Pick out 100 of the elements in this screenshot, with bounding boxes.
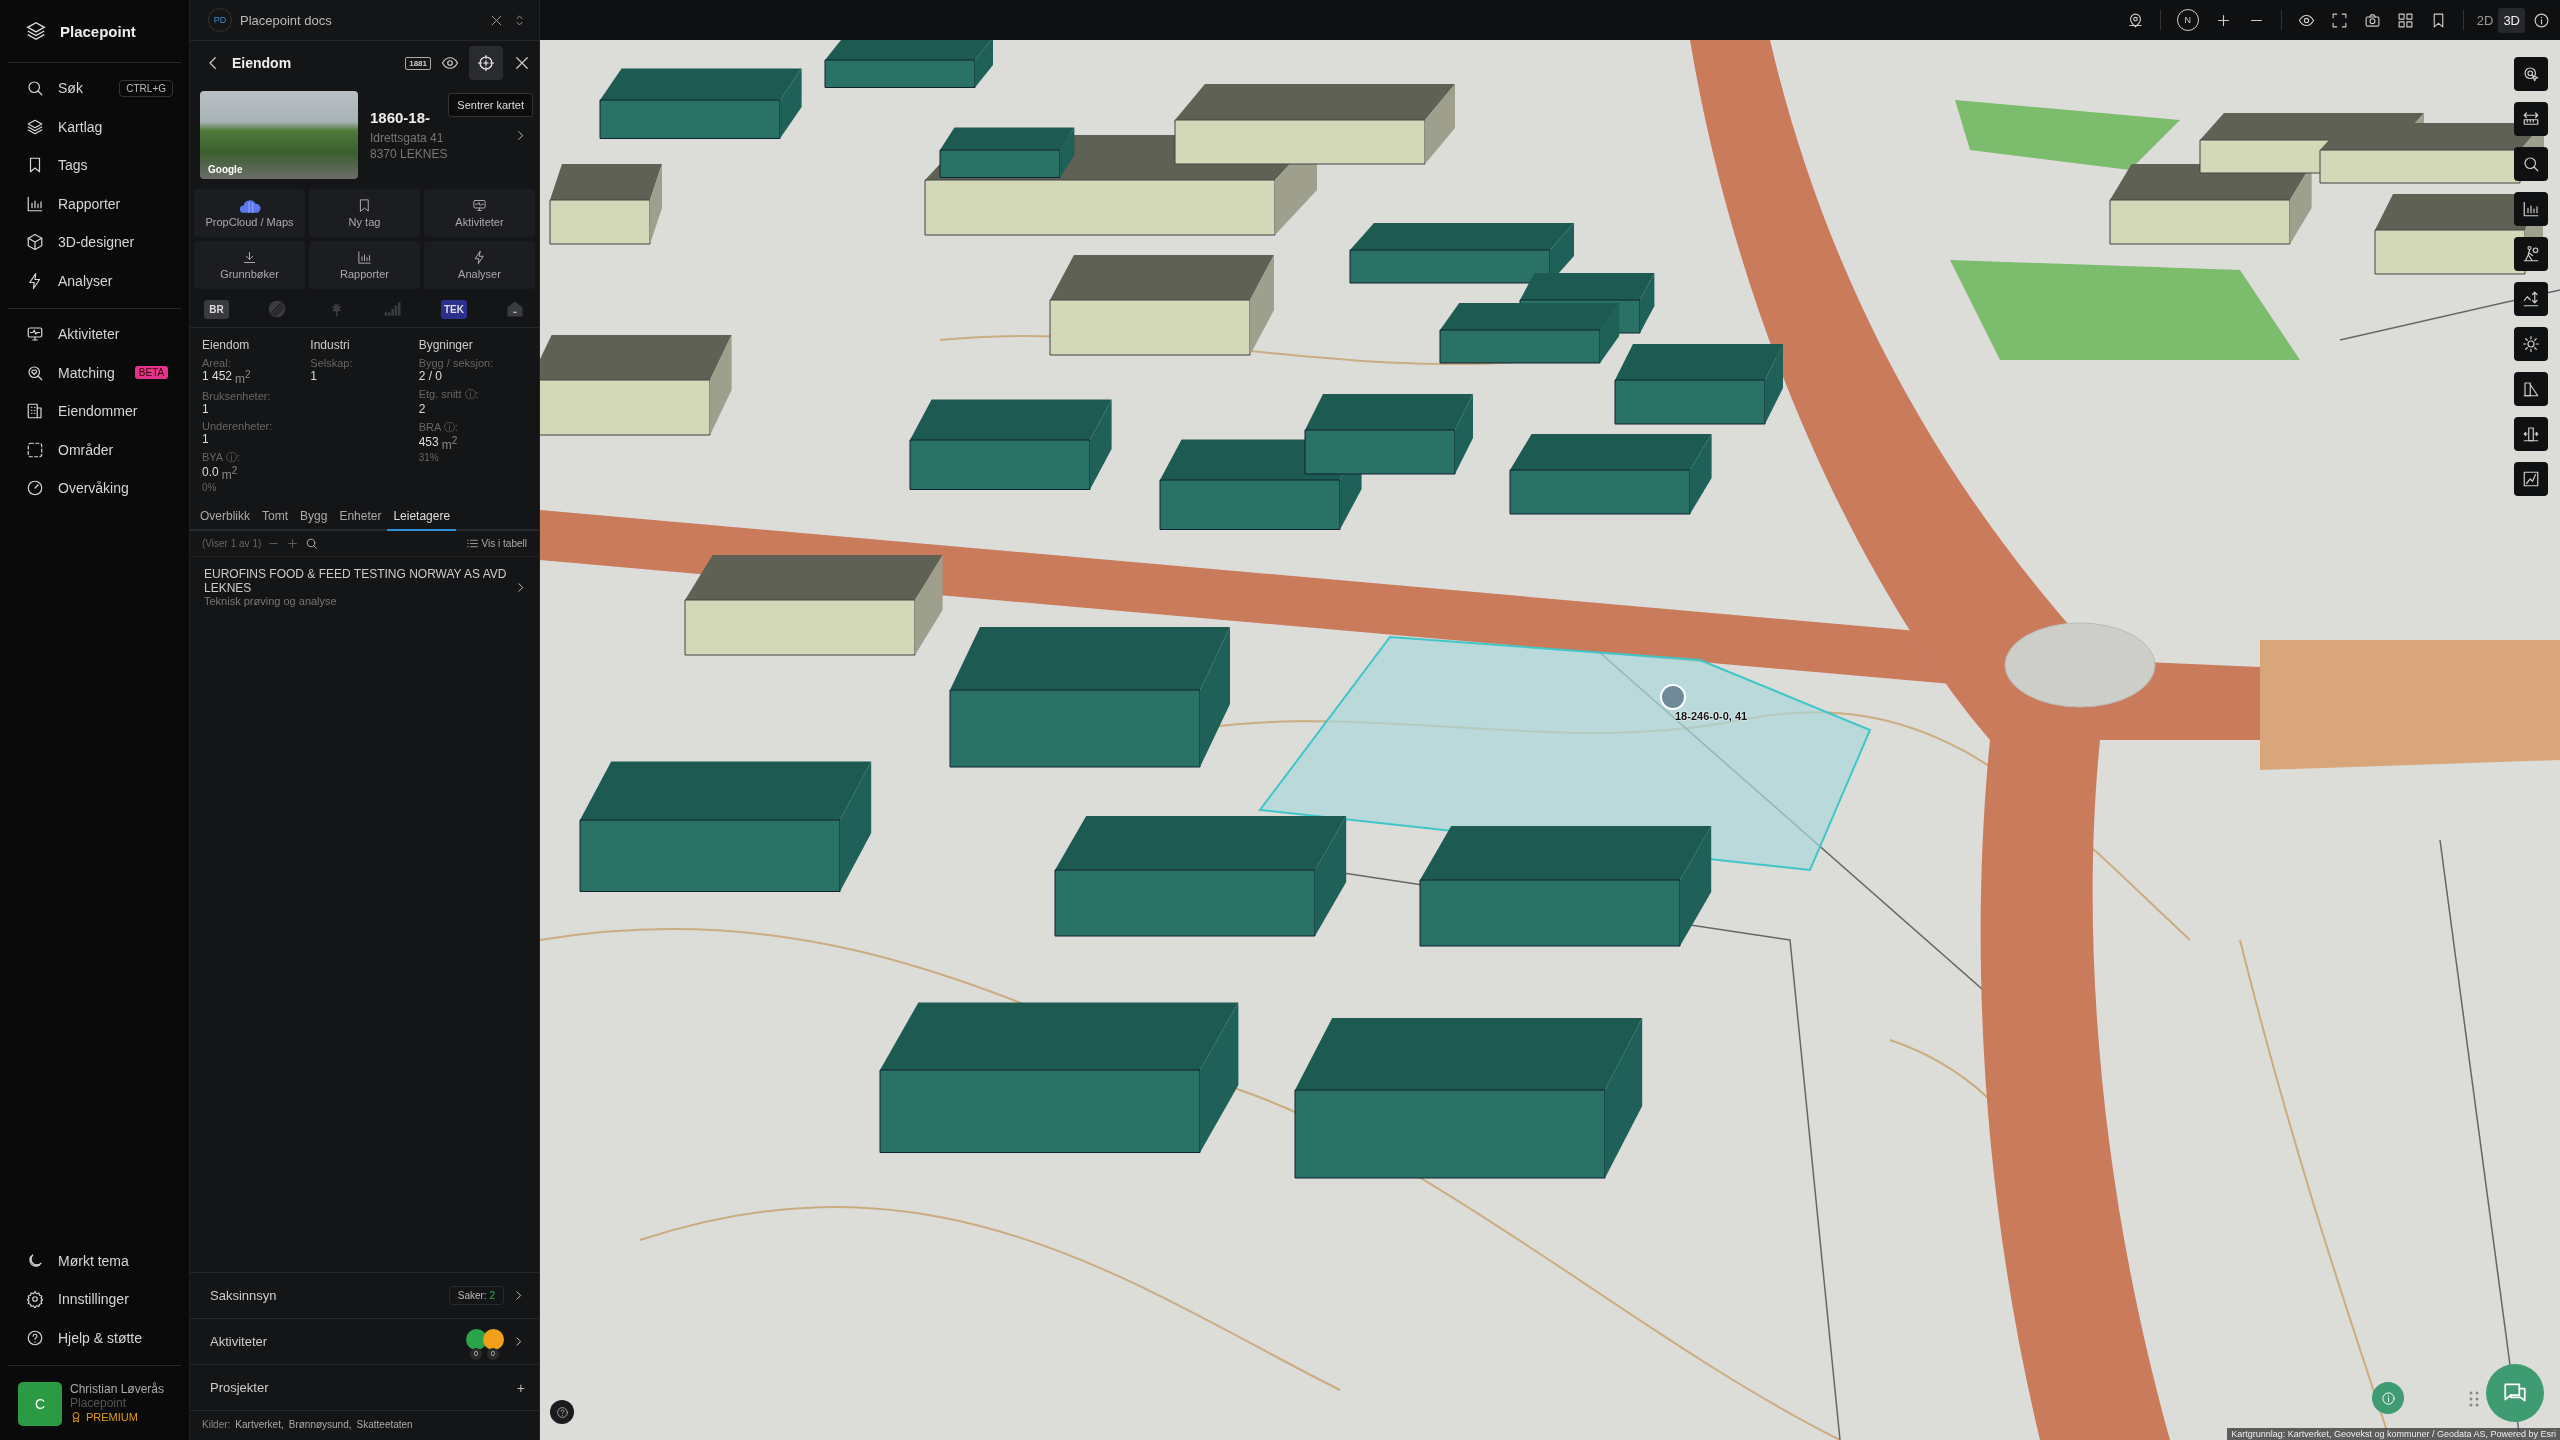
stat-label: Underenheter:: [202, 420, 274, 432]
photo-placeholder[interactable]: Google: [200, 91, 358, 179]
stat-label: Areal:: [202, 357, 232, 369]
stat-label: BYA ⓘ:: [202, 450, 241, 465]
nav-label: Hjelp & støtte: [58, 1329, 143, 1346]
location-pin-icon[interactable]: [2126, 11, 2144, 29]
map-tool-button[interactable]: [2514, 57, 2548, 91]
beta-badge: BETA: [134, 366, 169, 380]
directory-button[interactable]: 1881: [405, 56, 431, 70]
tenant-name: EUROFINS FOOD & FEED TESTING NORWAY AS AVD LEKNES: [204, 567, 508, 595]
result-count: (Viser 1 av 1): [202, 538, 262, 549]
center-map-button[interactable]: [469, 46, 503, 80]
nav-label: Kartlag: [58, 118, 103, 135]
crosshair-icon: [477, 54, 495, 72]
plus-icon[interactable]: [286, 537, 300, 550]
cloud-icon: [238, 198, 261, 213]
view-mode-toggle[interactable]: 3D: [2498, 7, 2525, 33]
building-icon: [26, 402, 44, 421]
add-button[interactable]: +: [516, 1379, 525, 1396]
nav-item[interactable]: Mørkt tema: [8, 1241, 181, 1280]
map-tool-button[interactable]: [2514, 237, 2548, 271]
grid-icon[interactable]: [2396, 11, 2414, 29]
elevation-icon: [2522, 290, 2540, 308]
stat-heading: Eiendom: [202, 338, 251, 352]
nav-item[interactable]: 3D-designer: [8, 223, 181, 262]
map-tool-button[interactable]: [2514, 192, 2548, 226]
award-icon: [70, 1410, 82, 1424]
user-name: Christian Løverås: [70, 1382, 165, 1396]
nav-item[interactable]: Hjelp & støtte: [8, 1318, 181, 1357]
nav-label: Områder: [58, 441, 114, 458]
marker-label: 18-246-0-0, 41: [1675, 710, 1748, 722]
nav-item[interactable]: Analyser: [8, 261, 181, 300]
photo-credit: Google: [208, 164, 243, 175]
map-tool-button[interactable]: [2514, 282, 2548, 316]
nav-item[interactable]: Innstillinger: [8, 1280, 181, 1319]
search-icon[interactable]: [305, 537, 319, 550]
stat-share: 31%: [418, 452, 440, 463]
workspace-name[interactable]: Placepoint docs: [240, 12, 481, 28]
source-link[interactable]: Skatteetaten: [356, 1419, 413, 1430]
tab[interactable]: Leietagere: [387, 505, 457, 531]
sources-label: Kilder:: [202, 1419, 231, 1430]
source-link[interactable]: Brønnøysund,: [288, 1419, 352, 1430]
stat-unit: m$^{2}$: [441, 435, 458, 452]
nav-item[interactable]: Matching BETA: [8, 353, 181, 392]
monitor-icon: [472, 198, 487, 213]
close-icon[interactable]: [513, 54, 531, 72]
action-button[interactable]: Ny tag: [309, 189, 420, 237]
action-button[interactable]: Aktiviteter: [424, 189, 535, 237]
monitor-icon: [26, 325, 44, 344]
tab[interactable]: Overblikk: [194, 505, 256, 531]
property-id: 1860-18-: [370, 109, 432, 126]
source-link[interactable]: Kartverket,: [235, 1419, 284, 1430]
map-tool-button[interactable]: [2514, 372, 2548, 406]
action-button[interactable]: PropCloud / Maps: [194, 189, 305, 237]
view-mode-toggle[interactable]: 2D: [2471, 7, 2499, 33]
tenant-row[interactable]: EUROFINS FOOD & FEED TESTING NORWAY AS AVD LEKNES Teknisk prøving og analyse: [190, 557, 539, 615]
fullscreen-icon[interactable]: [2330, 11, 2348, 29]
layers-icon: [26, 117, 44, 136]
action-button[interactable]: Analyser: [424, 241, 535, 289]
nav-item[interactable]: Eiendommer: [8, 392, 181, 431]
map-tool-button[interactable]: [2514, 462, 2548, 496]
section-row[interactable]: Prosjekter +: [190, 1364, 539, 1410]
section-row[interactable]: Saksinnsyn Saker: 2: [190, 1272, 539, 1318]
info-icon[interactable]: [2533, 11, 2550, 29]
register-badge[interactable]: BR: [204, 299, 229, 319]
map-tool-button[interactable]: [2514, 102, 2548, 136]
map-drawing[interactable]: [540, 40, 2560, 1440]
nav-item[interactable]: Søk CTRL+G: [8, 69, 181, 108]
nav-item[interactable]: Rapporter: [8, 184, 181, 223]
nav-item[interactable]: Områder: [8, 430, 181, 469]
cube-icon: [26, 233, 44, 252]
tab[interactable]: Enheter: [333, 505, 388, 531]
register-badge[interactable]: TEK: [441, 299, 467, 319]
map-tool-button[interactable]: [2514, 417, 2548, 451]
map-tool-button[interactable]: [2514, 327, 2548, 361]
tab[interactable]: Tomt: [256, 505, 295, 531]
stat-value: 2 / 0: [418, 369, 442, 383]
stat-value: 0.0: [202, 465, 219, 481]
cursor-target-icon: [2522, 65, 2540, 83]
drag-handle-icon[interactable]: [2468, 1390, 2480, 1408]
eye-icon[interactable]: [441, 54, 459, 72]
section-label: Aktiviteter: [210, 1334, 269, 1349]
table-view-link[interactable]: Vis i tabell: [465, 537, 527, 550]
stat-value: 1: [310, 369, 317, 383]
nav-item[interactable]: Kartlag: [8, 107, 181, 146]
nav-item[interactable]: Aktiviteter: [8, 315, 181, 354]
download-icon: [242, 250, 257, 265]
lightning-icon: [472, 250, 487, 265]
map-tool-button[interactable]: [2514, 147, 2548, 181]
nav-item[interactable]: Tags: [8, 146, 181, 185]
tab[interactable]: Bygg: [294, 505, 334, 531]
user-avatar[interactable]: C: [18, 1382, 62, 1426]
action-button[interactable]: Grunnbøker: [194, 241, 305, 289]
nav-label: Analyser: [58, 272, 113, 289]
brand-name: Placepoint: [60, 22, 136, 40]
action-button[interactable]: Rapporter: [309, 241, 420, 289]
nav-item[interactable]: Overvåking: [8, 469, 181, 508]
help-icon: [26, 1328, 44, 1347]
tooltip: Sentrer kartet: [448, 93, 533, 117]
camera-icon[interactable]: [2363, 11, 2381, 29]
